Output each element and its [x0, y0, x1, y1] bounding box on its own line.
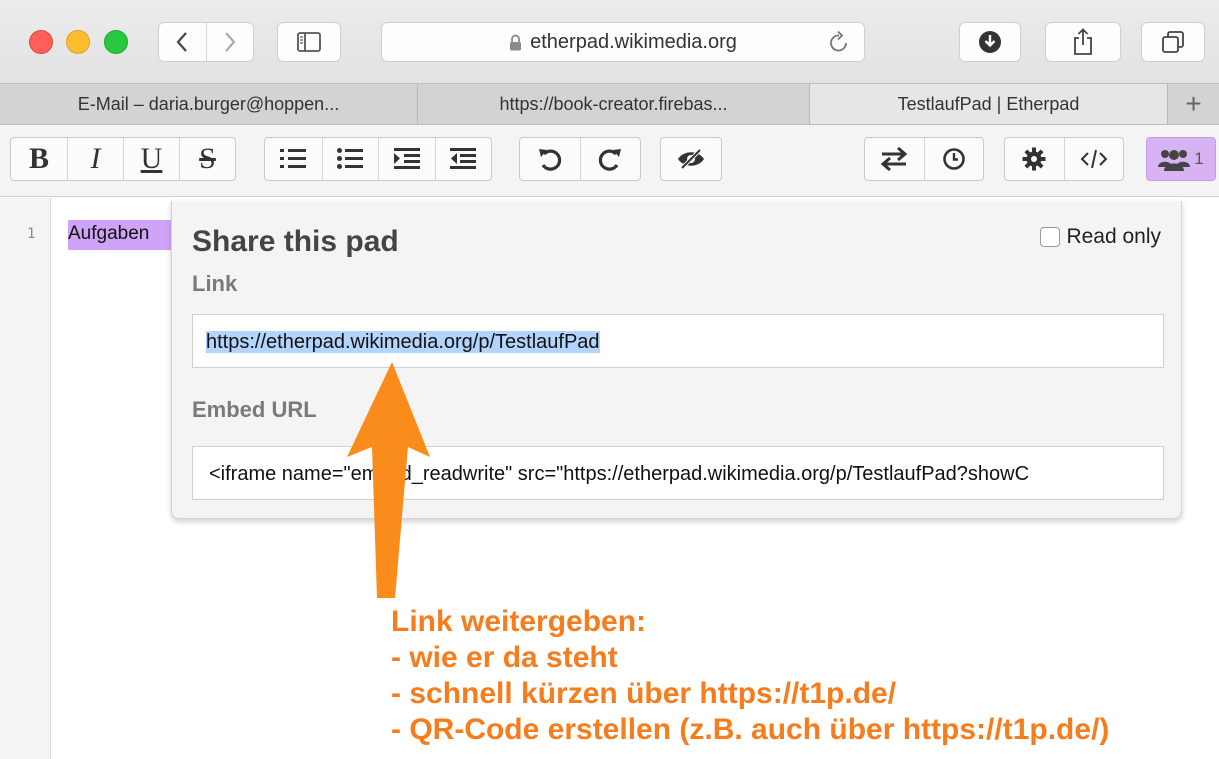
code-icon — [1080, 149, 1108, 169]
clear-authorship-button[interactable] — [661, 138, 721, 180]
tabs-icon — [1162, 31, 1184, 53]
annotation-line: - QR-Code erstellen (z.B. auch über http… — [391, 713, 1110, 746]
settings-button[interactable] — [1005, 138, 1064, 180]
address-bar[interactable]: etherpad.wikimedia.org — [381, 22, 865, 62]
share-button[interactable] — [1045, 22, 1121, 62]
embed-button[interactable] — [1063, 138, 1123, 180]
tab-title: E-Mail – daria.burger@hoppen... — [77, 93, 340, 114]
author-colors-group — [660, 137, 722, 181]
forward-button[interactable] — [205, 23, 253, 61]
chevron-left-icon — [177, 32, 188, 52]
eye-slash-icon — [678, 148, 704, 170]
sidebar-toggle-button[interactable] — [277, 22, 341, 62]
import-history-group — [864, 137, 984, 181]
browser-tab-email[interactable]: E-Mail – daria.burger@hoppen... — [0, 84, 418, 124]
users-button[interactable]: 1 — [1147, 138, 1215, 180]
undo-button[interactable] — [520, 138, 580, 180]
underline-button[interactable]: U — [123, 138, 179, 180]
browser-tab-book-creator[interactable]: https://book-creator.firebas... — [418, 84, 810, 124]
import-export-button[interactable] — [865, 138, 924, 180]
sidebar-icon — [297, 32, 321, 52]
annotation-line: Link weitergeben: — [391, 605, 647, 638]
italic-button[interactable]: I — [67, 138, 123, 180]
share-popup: Share this pad Read only Link https://et… — [171, 201, 1182, 519]
close-window-button[interactable] — [29, 30, 53, 54]
popup-title: Share this pad — [192, 225, 399, 258]
chevron-right-icon — [225, 32, 236, 52]
embed-url-text: <iframe name="embed_readwrite" src="http… — [209, 463, 1030, 485]
redo-icon — [599, 149, 622, 171]
link-url-text: https://etherpad.wikimedia.org/p/Testlau… — [206, 331, 600, 353]
line-number: 1 — [27, 226, 36, 242]
address-text: etherpad.wikimedia.org — [530, 30, 737, 53]
redo-button[interactable] — [579, 138, 640, 180]
unordered-list-icon — [337, 148, 364, 169]
downloads-button[interactable] — [959, 22, 1021, 62]
download-icon — [979, 31, 1001, 53]
new-tab-button[interactable]: + — [1168, 84, 1219, 124]
read-only-toggle[interactable]: Read only — [1040, 225, 1161, 249]
ordered-list-button[interactable] — [265, 138, 322, 180]
embed-url-label: Embed URL — [192, 397, 317, 422]
lock-icon — [510, 34, 522, 50]
italic-icon: I — [90, 142, 101, 175]
back-button[interactable] — [159, 23, 206, 61]
list-group — [264, 137, 492, 181]
ordered-list-icon — [280, 149, 307, 168]
annotation-text: Link weitergeben: - wie er da steht - sc… — [391, 604, 1109, 748]
browser-tab-bar: E-Mail – daria.burger@hoppen... https://… — [0, 83, 1219, 125]
bold-button[interactable]: B — [11, 138, 67, 180]
embed-url-field[interactable]: <iframe name="embed_readwrite" src="http… — [192, 446, 1164, 500]
format-group: B I U S — [10, 137, 236, 181]
read-only-checkbox[interactable] — [1040, 227, 1061, 247]
history-group — [519, 137, 641, 181]
underline-icon: U — [140, 142, 163, 175]
read-only-label: Read only — [1066, 225, 1161, 248]
indent-icon — [393, 148, 420, 169]
tab-overview-button[interactable] — [1141, 22, 1205, 62]
timeslider-button[interactable] — [923, 138, 983, 180]
unordered-list-button[interactable] — [321, 138, 379, 180]
indent-button[interactable] — [378, 138, 435, 180]
outdent-icon — [450, 148, 477, 169]
undo-icon — [538, 149, 562, 171]
annotation-line: - schnell kürzen über https://t1p.de/ — [391, 677, 897, 710]
gear-icon — [1022, 147, 1046, 171]
tab-title: https://book-creator.firebas... — [499, 93, 728, 114]
plus-icon: + — [1185, 88, 1202, 119]
annotation-line: - wie er da steht — [391, 641, 618, 674]
share-icon — [1074, 28, 1092, 55]
zoom-window-button[interactable] — [104, 30, 128, 54]
pad-line[interactable]: Aufgaben — [68, 220, 176, 250]
browser-tab-etherpad[interactable]: TestlaufPad | Etherpad — [810, 84, 1168, 124]
minimize-window-button[interactable] — [66, 30, 90, 54]
import-export-icon — [881, 147, 908, 171]
reload-icon[interactable] — [828, 30, 850, 54]
users-group: 1 — [1146, 137, 1216, 181]
tab-title: TestlaufPad | Etherpad — [897, 93, 1080, 114]
settings-group — [1004, 137, 1124, 181]
line-number-gutter: 1 — [0, 198, 51, 759]
link-label: Link — [192, 271, 238, 296]
clock-icon — [943, 148, 965, 170]
outdent-button[interactable] — [434, 138, 492, 180]
etherpad-toolbar: B I U S 1 — [0, 125, 1219, 197]
users-count: 1 — [1194, 149, 1204, 168]
bold-icon: B — [28, 142, 49, 175]
strikethrough-button[interactable]: S — [179, 138, 235, 180]
strikethrough-icon: S — [199, 142, 216, 175]
browser-titlebar: etherpad.wikimedia.org — [0, 0, 1219, 83]
nav-buttons — [158, 22, 254, 62]
users-icon — [1158, 150, 1191, 171]
link-url-field[interactable]: https://etherpad.wikimedia.org/p/Testlau… — [192, 314, 1164, 368]
